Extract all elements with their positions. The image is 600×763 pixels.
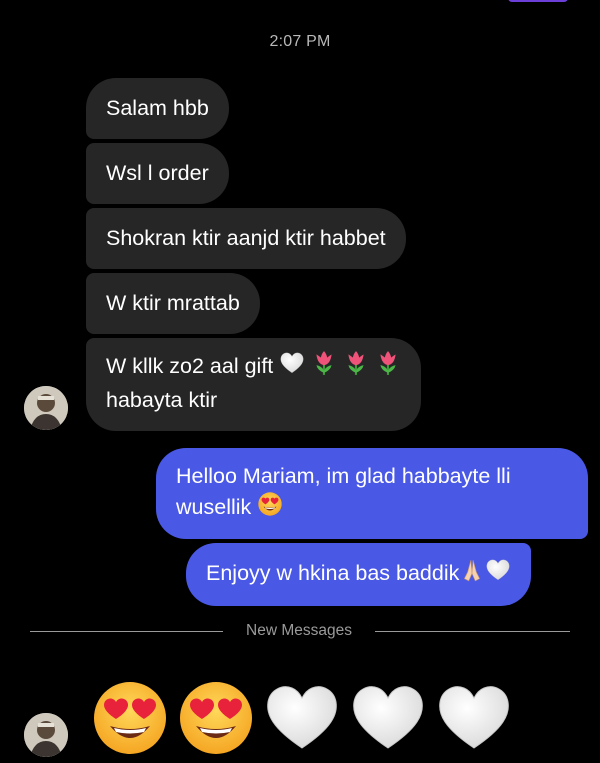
- top-accent-bar: [508, 0, 568, 2]
- message-text: Enjoyy w hkina bas baddik: [206, 561, 460, 585]
- tulip-icon: [311, 350, 337, 385]
- heart-eyes-icon: [257, 491, 283, 525]
- new-messages-divider: New Messages: [30, 620, 570, 642]
- sender-avatar[interactable]: [24, 386, 68, 430]
- tulip-icon: [343, 350, 369, 385]
- message-text: Helloo Mariam, im glad habbayte lli wuse…: [176, 464, 511, 519]
- message-text: Salam hbb: [106, 96, 209, 120]
- white-heart-icon[interactable]: [262, 678, 342, 758]
- white-heart-icon: [485, 557, 511, 592]
- message-text: Wsl l order: [106, 161, 209, 185]
- folded-hands-icon: [459, 557, 485, 592]
- message-text: W kllk zo2 aal gift: [106, 354, 274, 378]
- received-message[interactable]: Salam hbb: [86, 78, 229, 139]
- white-heart-icon[interactable]: [348, 678, 428, 758]
- white-heart-icon[interactable]: [434, 678, 514, 758]
- white-heart-icon: [279, 350, 305, 385]
- sent-message[interactable]: Enjoyy w hkina bas baddik: [186, 543, 532, 606]
- sender-avatar[interactable]: [24, 713, 68, 757]
- message-text: habayta ktir: [106, 388, 218, 412]
- received-message[interactable]: Wsl l order: [86, 143, 229, 204]
- divider-line: [30, 631, 223, 632]
- message-text: Shokran ktir aanjd ktir habbet: [106, 226, 386, 250]
- received-message[interactable]: W ktir mrattab: [86, 273, 260, 334]
- message-text: W ktir mrattab: [106, 291, 240, 315]
- message-timestamp: 2:07 PM: [269, 33, 331, 50]
- received-message[interactable]: Shokran ktir aanjd ktir habbet: [86, 208, 406, 269]
- divider-label: New Messages: [246, 622, 352, 639]
- heart-eyes-icon[interactable]: [90, 678, 170, 758]
- divider-line: [375, 631, 570, 632]
- heart-eyes-icon[interactable]: [176, 678, 256, 758]
- received-message[interactable]: W kllk zo2 aal gift habayta ktir: [86, 338, 422, 431]
- sent-message[interactable]: Helloo Mariam, im glad habbayte lli wuse…: [156, 448, 588, 539]
- tulip-icon: [375, 350, 401, 385]
